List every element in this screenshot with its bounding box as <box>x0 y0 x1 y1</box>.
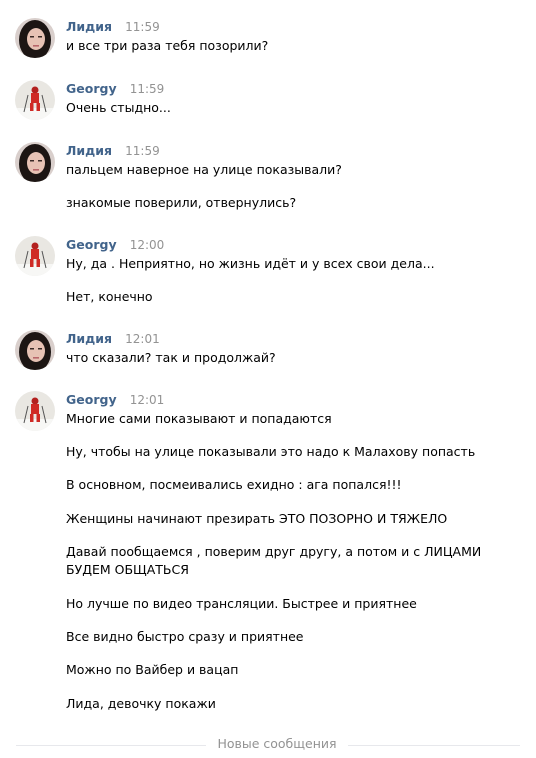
message-text: Лида, девочку покажи <box>66 696 216 711</box>
avatar[interactable] <box>15 80 55 120</box>
author-name[interactable]: Лидия <box>66 19 112 34</box>
new-messages-divider: Новые сообщения <box>0 733 536 757</box>
author-name[interactable]: Georgy <box>66 81 117 96</box>
avatar-woman-icon <box>15 18 55 58</box>
author-name[interactable]: Georgy <box>66 237 117 252</box>
message-text: Многие сами показывают и попадаются <box>66 411 332 426</box>
message-time[interactable]: 11:59 <box>125 144 160 158</box>
message-text: Нет, конечно <box>66 289 153 304</box>
author-name[interactable]: Лидия <box>66 331 112 346</box>
message-text: знакомые поверили, отвернулись? <box>66 195 297 210</box>
message-text: В основном, посмеивались ехидно : ага по… <box>66 477 402 492</box>
author-name[interactable]: Georgy <box>66 392 117 407</box>
avatar-woman-icon <box>15 142 55 182</box>
message-time[interactable]: 12:00 <box>130 238 165 252</box>
avatar[interactable] <box>15 330 55 370</box>
divider-line <box>348 745 520 746</box>
message-text: Можно по Вайбер и вацап <box>66 662 239 677</box>
message-text: Ну, да . Неприятно, но жизнь идёт и у вс… <box>66 256 435 271</box>
avatar-skier-icon <box>15 236 55 276</box>
message-time[interactable]: 12:01 <box>130 393 165 407</box>
avatar-skier-icon <box>15 80 55 120</box>
chat-history: Лидия 11:59 и все три раза тебя позорили… <box>0 0 536 758</box>
message-text: Но лучше по видео трансляции. Быстрее и … <box>66 596 417 611</box>
message-text: Все видно быстро сразу и приятнее <box>66 629 304 644</box>
avatar[interactable] <box>15 236 55 276</box>
message-time[interactable]: 11:59 <box>130 82 165 96</box>
divider-label: Новые сообщения <box>217 736 337 751</box>
avatar[interactable] <box>15 391 55 431</box>
message-text: Ну, чтобы на улице показывали это надо к… <box>66 444 476 459</box>
message-text: Женщины начинают презирать ЭТО ПОЗОРНО И… <box>66 511 448 526</box>
avatar[interactable] <box>15 18 55 58</box>
message-time[interactable]: 11:59 <box>125 20 160 34</box>
author-name[interactable]: Лидия <box>66 143 112 158</box>
divider-line <box>16 745 206 746</box>
avatar-skier-icon <box>15 391 55 431</box>
message-text: БУДЕМ ОБЩАТЬСЯ <box>66 562 189 577</box>
avatar[interactable] <box>15 142 55 182</box>
message-text: Давай пообщаемся , поверим друг другу, а… <box>66 544 482 559</box>
message-text: пальцем наверное на улице показывали? <box>66 162 342 177</box>
avatar-woman-icon <box>15 330 55 370</box>
message-text: и все три раза тебя позорили? <box>66 38 269 53</box>
message-time[interactable]: 12:01 <box>125 332 160 346</box>
message-text: что сказали? так и продолжай? <box>66 350 276 365</box>
message-text: Очень стыдно... <box>66 100 171 115</box>
